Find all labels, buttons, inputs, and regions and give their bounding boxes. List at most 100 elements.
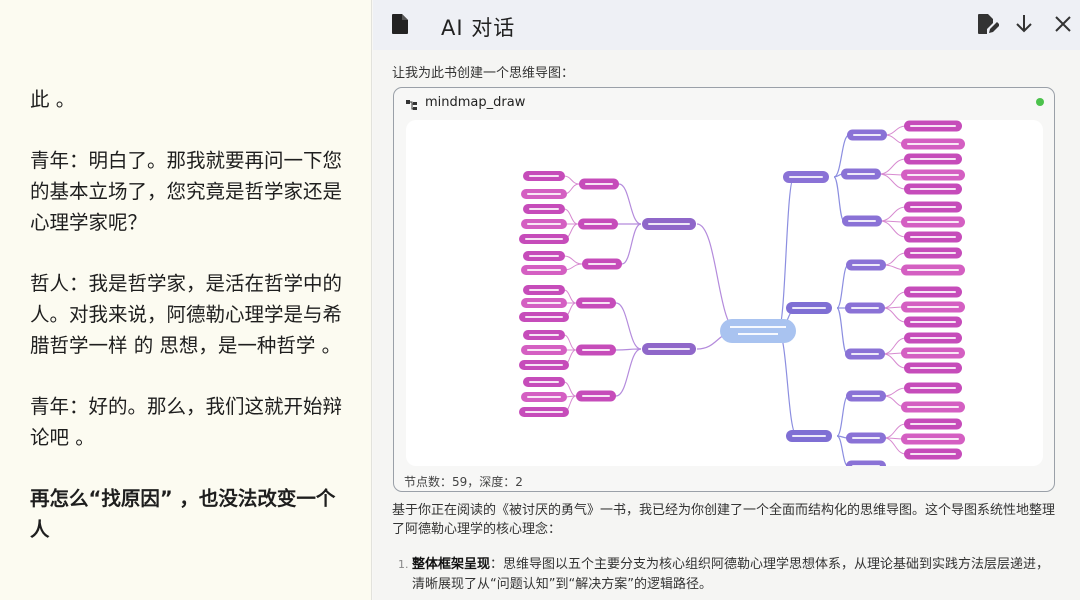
mindmap-node-text (910, 158, 956, 160)
reader-pane: 此 。 青年：明白了。那我就要再问一下您的基本立场了，您究竟是哲学家还是心理学家… (0, 0, 372, 600)
reader-paragraph: 哲人：我是哲学家，是活在哲学中的人。对我来说，阿德勒心理学是与希腊哲学一样 的 … (30, 272, 343, 357)
mindmap-node-text (529, 381, 559, 383)
mindmap-edge (621, 223, 642, 265)
mindmap-node-text (907, 269, 959, 271)
mindmap-edge (836, 435, 849, 466)
mindmap-node-text (789, 176, 823, 178)
mindmap-node-text (648, 348, 690, 350)
list-item-title: 整体框架呈现 (412, 557, 491, 572)
mindmap-edge (777, 330, 798, 437)
mindmap-node-text (853, 134, 881, 136)
mindmap-node-text (852, 264, 880, 266)
mindmap-node-text (582, 395, 610, 397)
ai-chat-panel: AI 对话 让我为此书创建一个思维导图： mindmap_draw 节点数：59… (373, 0, 1080, 600)
mindmap-node-text (792, 307, 826, 309)
mindmap-node-text (527, 269, 561, 271)
chat-header: AI 对话 (373, 0, 1080, 50)
mindmap-node-text (907, 352, 959, 354)
mindmap-node-text (527, 396, 561, 398)
mindmap-node-text (852, 465, 880, 466)
mindmap-node-text (907, 221, 959, 223)
mindmap-node-text (525, 364, 563, 366)
mindmap-node-text (529, 289, 559, 291)
mindmap-node-text (907, 306, 959, 308)
mindmap-stats: 节点数：59，深度：2 (404, 475, 523, 489)
chat-title: AI 对话 (441, 16, 516, 40)
mindmap-node-text (910, 337, 956, 339)
mindmap-root-node (720, 319, 796, 343)
mindmap-node-text (910, 291, 956, 293)
mindmap-node-text (527, 302, 561, 304)
mindmap-node-text (588, 263, 616, 265)
mindmap-edge (615, 302, 642, 350)
mindmap-edge (696, 223, 739, 332)
mindmap-edge (883, 252, 907, 266)
mindmap-node-text (585, 183, 613, 185)
mindmap-node-text (907, 438, 959, 440)
status-indicator (1036, 98, 1044, 106)
mindmap-root-text (730, 326, 786, 328)
mindmap-node-text (848, 220, 876, 222)
reader-paragraph: 青年：明白了。那我就要再问一下您的基本立场了，您究竟是哲学家还是心理学家呢？ (30, 149, 343, 234)
list-item-text: ：思维导图以五个主要分支为核心组织阿德勒心理学思想体系，从理论基础到实践方法层层… (412, 557, 1050, 592)
arrow-down-icon[interactable] (1015, 13, 1033, 39)
mindmap-icon (406, 97, 418, 116)
mindmap-node-text (529, 175, 559, 177)
mindmap-edge (836, 264, 849, 309)
document-icon[interactable] (391, 13, 409, 39)
mindmap-node-text (907, 174, 959, 176)
mindmap-node-text (527, 349, 561, 351)
mindmap-node-text (907, 143, 959, 145)
edit-icon[interactable] (977, 13, 1000, 39)
mindmap-root-text (738, 333, 778, 335)
mindmap-node-text (584, 223, 612, 225)
mindmap-node-text (525, 411, 563, 413)
mindmap-canvas[interactable] (406, 120, 1043, 466)
mindmap-edge (884, 125, 907, 136)
mindmap-node-text (910, 188, 956, 190)
mindmap-node-text (648, 223, 690, 225)
mindmap-edge (618, 183, 642, 225)
mindmap-node-text (910, 387, 956, 389)
tool-name: mindmap_draw (425, 95, 526, 110)
mindmap-node-text (910, 236, 956, 238)
mindmap-node-text (847, 173, 875, 175)
reader-paragraph: 此 。 (30, 88, 76, 111)
mindmap-node-text (910, 453, 956, 455)
mindmap-node-text (910, 367, 956, 369)
mindmap-node-text (527, 223, 561, 225)
mindmap-edge (878, 158, 907, 175)
mindmap-node-text (851, 353, 879, 355)
mindmap-node-text (851, 307, 879, 309)
list-item: 1. 整体框架呈现：思维导图以五个主要分支为核心组织阿德勒心理学思想体系，从理论… (398, 555, 1058, 595)
mindmap-node-text (529, 255, 559, 257)
mindmap-edge (883, 387, 907, 397)
assistant-summary: 基于你正在阅读的《被讨厌的勇气》一书，我已经为你创建了一个全面而结构化的思维导图… (392, 503, 1056, 537)
mindmap-node-text (525, 238, 563, 240)
tool-call-card: mindmap_draw 节点数：59，深度：2 (393, 87, 1055, 492)
mindmap-edge (833, 176, 845, 222)
mindmap-edge (615, 348, 642, 351)
mindmap-node-text (582, 349, 610, 351)
list-number: 1. (398, 558, 409, 571)
reader-paragraph: 青年：好的。那么，我们这就开始辩论吧 。 (30, 395, 343, 449)
mindmap-node-text (582, 302, 610, 304)
assistant-intro: 让我为此书创建一个思维导图： (392, 66, 575, 81)
mindmap-node-text (527, 193, 561, 195)
reader-section-heading: 再怎么“找原因” ，也没法改变一个人 (30, 487, 336, 541)
close-icon[interactable] (1053, 13, 1073, 39)
mindmap-node-text (852, 437, 880, 439)
mindmap-node-text (910, 125, 956, 127)
mindmap-edge (563, 175, 580, 185)
mindmap-edge (615, 348, 642, 397)
mindmap-node-text (910, 321, 956, 323)
mindmap-node-text (529, 208, 559, 210)
mindmap-node-text (852, 395, 880, 397)
mindmap-node-text (910, 206, 956, 208)
mindmap-svg (519, 120, 965, 466)
mindmap-node-text (525, 316, 563, 318)
mindmap-node-text (529, 334, 559, 336)
mindmap-edge (836, 307, 848, 355)
mindmap-node-text (910, 423, 956, 425)
mindmap-node-text (907, 406, 959, 408)
